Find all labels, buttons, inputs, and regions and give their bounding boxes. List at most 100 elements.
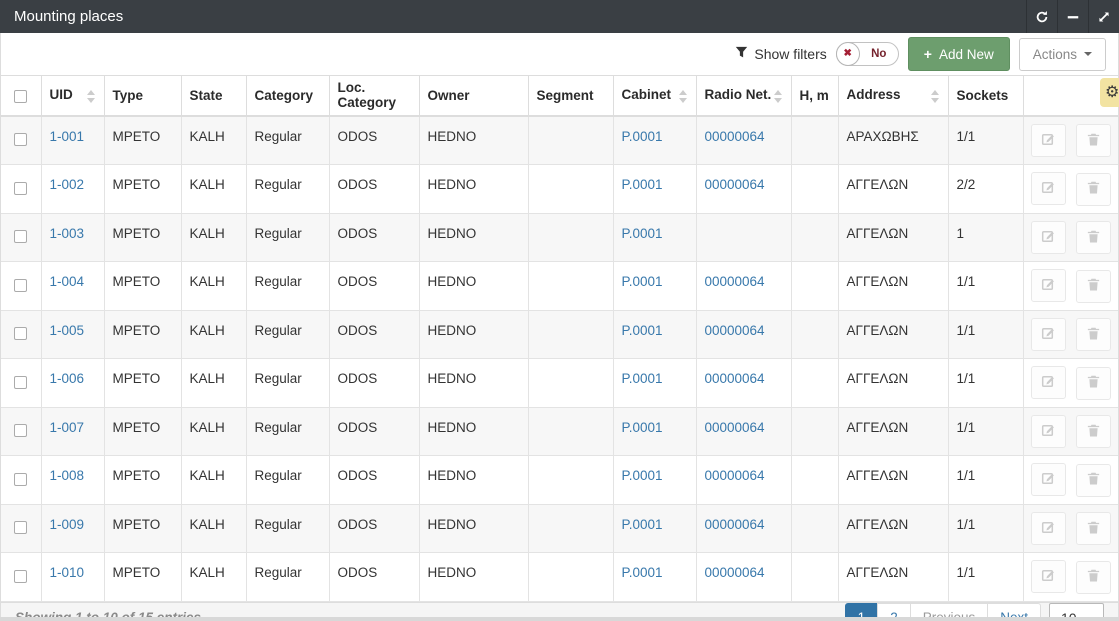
h-m-cell [791, 310, 838, 359]
uid-link[interactable]: 1-003 [50, 226, 85, 241]
row-checkbox[interactable] [14, 279, 27, 292]
loc-category-cell: ODOS [329, 213, 419, 262]
col-header-cabinet[interactable]: Cabinet [613, 76, 696, 116]
radio-net-link[interactable]: 00000064 [705, 420, 765, 435]
row-checkbox[interactable] [14, 230, 27, 243]
filters-toggle[interactable]: ✖ No [836, 42, 899, 66]
minimize-button[interactable] [1057, 0, 1088, 33]
h-m-cell [791, 456, 838, 505]
cabinet-link[interactable]: P.0001 [622, 468, 663, 483]
edit-button[interactable] [1031, 560, 1066, 593]
col-header-uid[interactable]: UID [41, 76, 104, 116]
sockets-cell: 1/1 [948, 553, 1023, 602]
row-checkbox[interactable] [14, 521, 27, 534]
address-cell: ΑΓΓΕΛΩΝ [838, 553, 948, 602]
cabinet-link[interactable]: P.0001 [622, 177, 663, 192]
uid-link[interactable]: 1-007 [50, 420, 85, 435]
radio-net-link[interactable]: 00000064 [705, 323, 765, 338]
table-row: 1-004 MPETO KALH Regular ODOS HEDNO P.00… [1, 262, 1118, 311]
uid-link[interactable]: 1-001 [50, 129, 85, 144]
radio-net-link[interactable]: 00000064 [705, 129, 765, 144]
uid-link[interactable]: 1-010 [50, 565, 85, 580]
radio-net-link[interactable]: 00000064 [705, 517, 765, 532]
page-size-select[interactable]: 10 [1049, 603, 1104, 618]
cabinet-link[interactable]: P.0001 [622, 420, 663, 435]
minimize-icon [1066, 10, 1080, 24]
next-page-button[interactable]: Next [987, 603, 1041, 618]
cabinet-link[interactable]: P.0001 [622, 226, 663, 241]
column-settings-button[interactable]: ⚙ [1100, 78, 1119, 107]
delete-button[interactable] [1076, 512, 1111, 545]
sort-icon[interactable] [679, 90, 688, 103]
row-checkbox-cell [1, 553, 41, 602]
row-checkbox[interactable] [14, 570, 27, 583]
cabinet-link[interactable]: P.0001 [622, 129, 663, 144]
edit-button[interactable] [1031, 269, 1066, 302]
delete-button[interactable] [1076, 415, 1111, 448]
add-new-button[interactable]: + Add New [908, 37, 1010, 71]
uid-link[interactable]: 1-008 [50, 468, 85, 483]
row-checkbox[interactable] [14, 473, 27, 486]
edit-button[interactable] [1031, 512, 1066, 545]
show-filters-control[interactable]: Show filters [735, 46, 826, 62]
delete-button[interactable] [1076, 367, 1111, 400]
category-cell: Regular [246, 116, 329, 165]
radio-net-link[interactable]: 00000064 [705, 177, 765, 192]
toolbar: Show filters ✖ No + Add New Actions [0, 33, 1119, 75]
actions-dropdown-button[interactable]: Actions [1019, 38, 1106, 71]
cabinet-link[interactable]: P.0001 [622, 371, 663, 386]
edit-button[interactable] [1031, 221, 1066, 254]
cabinet-link[interactable]: P.0001 [622, 274, 663, 289]
delete-button[interactable] [1076, 561, 1111, 594]
page-2-button[interactable]: 2 [877, 603, 911, 618]
cabinet-link[interactable]: P.0001 [622, 565, 663, 580]
address-cell: ΑΓΓΕΛΩΝ [838, 504, 948, 553]
edit-button[interactable] [1031, 366, 1066, 399]
category-cell: Regular [246, 213, 329, 262]
h-m-cell [791, 359, 838, 408]
delete-button[interactable] [1076, 270, 1111, 303]
radio-net-link[interactable]: 00000064 [705, 274, 765, 289]
loc-category-cell: ODOS [329, 456, 419, 505]
edit-button[interactable] [1031, 463, 1066, 496]
edit-pencil-icon [1040, 228, 1056, 247]
uid-link[interactable]: 1-006 [50, 371, 85, 386]
cabinet-link[interactable]: P.0001 [622, 517, 663, 532]
uid-cell: 1-002 [41, 165, 104, 214]
sort-icon[interactable] [931, 90, 940, 103]
edit-button[interactable] [1031, 415, 1066, 448]
expand-button[interactable] [1088, 0, 1119, 33]
edit-button[interactable] [1031, 318, 1066, 351]
delete-button[interactable] [1076, 221, 1111, 254]
delete-button[interactable] [1076, 318, 1111, 351]
radio-net-link[interactable]: 00000064 [705, 565, 765, 580]
edit-button[interactable] [1031, 172, 1066, 205]
row-checkbox[interactable] [14, 327, 27, 340]
cabinet-link[interactable]: P.0001 [622, 323, 663, 338]
edit-button[interactable] [1031, 124, 1066, 157]
row-checkbox[interactable] [14, 133, 27, 146]
row-checkbox[interactable] [14, 424, 27, 437]
uid-link[interactable]: 1-005 [50, 323, 85, 338]
type-cell: MPETO [104, 165, 181, 214]
col-header-address[interactable]: Address [838, 76, 948, 116]
radio-net-link[interactable]: 00000064 [705, 468, 765, 483]
uid-link[interactable]: 1-009 [50, 517, 85, 532]
delete-button[interactable] [1076, 464, 1111, 497]
page-1-button[interactable]: 1 [845, 603, 879, 618]
row-checkbox[interactable] [14, 182, 27, 195]
sort-icon[interactable] [87, 90, 96, 103]
col-header-radio-net[interactable]: Radio Net. [696, 76, 791, 116]
row-checkbox[interactable] [14, 376, 27, 389]
select-all-checkbox[interactable] [14, 90, 27, 103]
uid-link[interactable]: 1-002 [50, 177, 85, 192]
uid-link[interactable]: 1-004 [50, 274, 85, 289]
h-m-cell [791, 407, 838, 456]
radio-net-link[interactable]: 00000064 [705, 371, 765, 386]
loc-category-cell: ODOS [329, 359, 419, 408]
delete-button[interactable] [1076, 173, 1111, 206]
delete-button[interactable] [1076, 124, 1111, 157]
refresh-button[interactable] [1026, 0, 1057, 33]
previous-page-button[interactable]: Previous [910, 603, 989, 618]
sort-icon[interactable] [774, 90, 783, 103]
